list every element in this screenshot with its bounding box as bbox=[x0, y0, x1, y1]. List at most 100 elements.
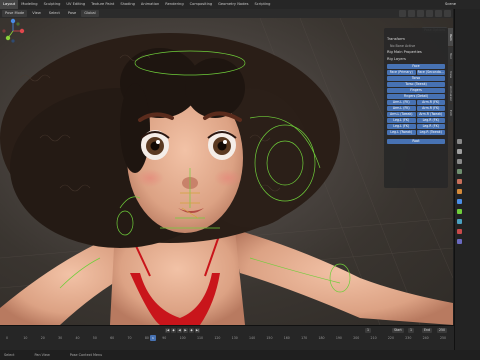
view-layer-properties-icon[interactable] bbox=[457, 169, 462, 174]
status-bar: Select Pan View Pose Context Menu bbox=[0, 350, 480, 360]
rig-main-header[interactable]: Rig Main Properties bbox=[384, 49, 448, 56]
layer-face-secondary-button[interactable]: Face (Seconda... bbox=[416, 70, 445, 75]
layer-leg-r-ik-button[interactable]: Leg.R (FK) bbox=[416, 118, 445, 123]
play-icon[interactable]: ▶ bbox=[183, 328, 188, 333]
scene-properties-icon[interactable] bbox=[457, 179, 462, 184]
workspace-tab-uv-editing[interactable]: UV Editing bbox=[63, 0, 88, 9]
jump-end-icon[interactable]: ▶| bbox=[195, 328, 200, 333]
workspace-tab-rendering[interactable]: Rendering bbox=[162, 0, 186, 9]
bone-properties-icon[interactable] bbox=[457, 219, 462, 224]
prev-key-icon[interactable]: ◆ bbox=[171, 328, 176, 333]
layer-face-button[interactable]: Face bbox=[387, 64, 445, 69]
constraint-properties-icon[interactable] bbox=[457, 229, 462, 234]
end-frame-field[interactable]: 250 bbox=[437, 328, 448, 333]
rig-layers-header[interactable]: Rig Layers bbox=[384, 56, 448, 63]
layer-fingers-detail-button[interactable]: Fingers (Detail) bbox=[387, 94, 445, 99]
workspace-tab-modeling[interactable]: Modeling bbox=[18, 0, 40, 9]
sidebar-n-panel: Transform No Bone Active Rig Main Proper… bbox=[384, 28, 448, 188]
tab-edit[interactable]: Edit bbox=[448, 104, 453, 122]
layer-leg-l-tweak-button[interactable]: Leg.L (Tweak) bbox=[387, 130, 416, 135]
timeline-tick-label: 110 bbox=[196, 336, 204, 340]
pose-menu[interactable]: Pose bbox=[65, 10, 79, 17]
timeline-ruler[interactable]: 0 10 20 30 40 50 60 70 80 90 100 110 120 130 140 150 160… bbox=[0, 336, 454, 343]
transform-header[interactable]: Transform bbox=[384, 36, 448, 43]
render-properties-icon[interactable] bbox=[457, 149, 462, 154]
workspace-tab-compositing[interactable]: Compositing bbox=[187, 0, 216, 9]
workspace-tab-shading[interactable]: Shading bbox=[117, 0, 138, 9]
timeline-tick-label: 130 bbox=[231, 336, 238, 340]
timeline-tick-label: 170 bbox=[301, 336, 308, 340]
viewport-header: Pose Mode View Select Pose Global bbox=[0, 9, 453, 18]
layer-root-button[interactable]: Root bbox=[387, 139, 445, 144]
workspace-tab-animation[interactable]: Animation bbox=[138, 0, 162, 9]
layer-leg-r-tweak-button[interactable]: Leg.R (Tweak) bbox=[416, 130, 445, 135]
workspace-tab-layout[interactable]: Layout bbox=[0, 0, 19, 9]
armature-data-icon[interactable] bbox=[457, 209, 462, 214]
end-label: End bbox=[422, 328, 433, 333]
layer-leg-l-fk-button[interactable]: Leg.L (FK) bbox=[387, 124, 416, 129]
play-reverse-icon[interactable]: ◀ bbox=[177, 328, 182, 333]
xray-icon[interactable] bbox=[408, 10, 415, 17]
material-shading-icon[interactable] bbox=[435, 10, 442, 17]
timeline-tick-label: 250 bbox=[440, 336, 447, 340]
workspace-tab-sculpting[interactable]: Sculpting bbox=[41, 0, 64, 9]
timeline-tick-label: 0 bbox=[6, 336, 9, 340]
timeline-tick-label: 160 bbox=[283, 336, 290, 340]
layer-face-primary-button[interactable]: Face (Primary) bbox=[387, 70, 416, 75]
tool-properties-icon[interactable] bbox=[457, 139, 462, 144]
scene-selector[interactable]: Scene bbox=[445, 1, 456, 8]
jump-start-icon[interactable]: |◀ bbox=[165, 328, 170, 333]
timeline-tick-label: 190 bbox=[335, 336, 342, 340]
playhead[interactable]: 1 bbox=[150, 335, 156, 341]
timeline-tick-label: 240 bbox=[422, 336, 429, 340]
timeline-tick-label: 60 bbox=[110, 336, 115, 340]
navigation-gizmo[interactable] bbox=[0, 18, 26, 44]
start-frame-field[interactable]: 1 bbox=[408, 328, 415, 333]
layer-arm-l-fk-button[interactable]: Arm.L (FK) bbox=[387, 106, 416, 111]
timeline-editor: |◀ ◆ ◀ ▶ ◆ ▶| 1 Start 1 End 250 0 10 20 30 4… bbox=[0, 325, 454, 350]
layer-arm-r-tweak-button[interactable]: Arm.R (Tweak) bbox=[416, 112, 445, 117]
timeline-tick-label: 40 bbox=[75, 336, 80, 340]
select-menu[interactable]: Select bbox=[46, 10, 63, 17]
overlay-icon[interactable] bbox=[399, 10, 406, 17]
layer-arm-r-fk-button[interactable]: Arm.R (FK) bbox=[416, 106, 445, 111]
rendered-shading-icon[interactable] bbox=[444, 10, 451, 17]
view-menu[interactable]: View bbox=[29, 10, 44, 17]
tab-animation[interactable]: Animation bbox=[448, 85, 453, 103]
layer-leg-l-ik-button[interactable]: Leg.L (FK) bbox=[387, 118, 416, 123]
solid-shading-icon[interactable] bbox=[426, 10, 433, 17]
status-context-hint: Pose Context Menu bbox=[69, 353, 103, 357]
top-menu-bar: Layout Modeling Sculpting UV Editing Tex… bbox=[0, 0, 480, 9]
modifier-properties-icon[interactable] bbox=[457, 199, 462, 204]
status-select-hint: Select bbox=[4, 353, 15, 357]
next-key-icon[interactable]: ◆ bbox=[189, 328, 194, 333]
status-pan-hint: Pan View bbox=[34, 353, 50, 357]
timeline-tick-label: 150 bbox=[266, 336, 273, 340]
layer-arm-r-ik-button[interactable]: Arm.R (FK) bbox=[416, 100, 445, 105]
tab-item[interactable]: Item bbox=[448, 28, 453, 46]
timeline-tick-label: 70 bbox=[127, 336, 132, 340]
tab-tool[interactable]: Tool bbox=[448, 47, 453, 65]
layer-arm-l-ik-button[interactable]: Arm.L (FK) bbox=[387, 100, 416, 105]
layer-leg-r-fk-button[interactable]: Leg.R (FK) bbox=[416, 124, 445, 129]
output-properties-icon[interactable] bbox=[457, 159, 462, 164]
texture-properties-icon[interactable] bbox=[457, 239, 462, 244]
workspace-tab-texture-paint[interactable]: Texture Paint bbox=[88, 0, 117, 9]
layer-arm-l-tweak-button[interactable]: Arm.L (Tweak) bbox=[387, 112, 416, 117]
layer-fingers-button[interactable]: Fingers bbox=[387, 88, 445, 93]
wireframe-shading-icon[interactable] bbox=[417, 10, 424, 17]
layer-torso-tweak-button[interactable]: Torso (Tweak) bbox=[387, 82, 445, 87]
workspace-tab-scripting[interactable]: Scripting bbox=[251, 0, 273, 9]
layer-torso-button[interactable]: Torso bbox=[387, 76, 445, 81]
current-frame-field[interactable]: 1 bbox=[365, 328, 372, 333]
tab-view[interactable]: View bbox=[448, 66, 453, 84]
workspace-tab-geometry-nodes[interactable]: Geometry Nodes bbox=[215, 0, 251, 9]
mode-dropdown[interactable]: Pose Mode bbox=[2, 10, 28, 17]
timeline-tick-label: 210 bbox=[370, 336, 377, 340]
timeline-tick-label: 30 bbox=[58, 336, 63, 340]
timeline-tick-label: 80 bbox=[144, 336, 149, 340]
transform-orientation-dropdown[interactable]: Global bbox=[81, 10, 99, 17]
timeline-tick-label: 10 bbox=[23, 336, 28, 340]
object-properties-icon[interactable] bbox=[457, 189, 462, 194]
start-label: Start bbox=[392, 328, 404, 333]
